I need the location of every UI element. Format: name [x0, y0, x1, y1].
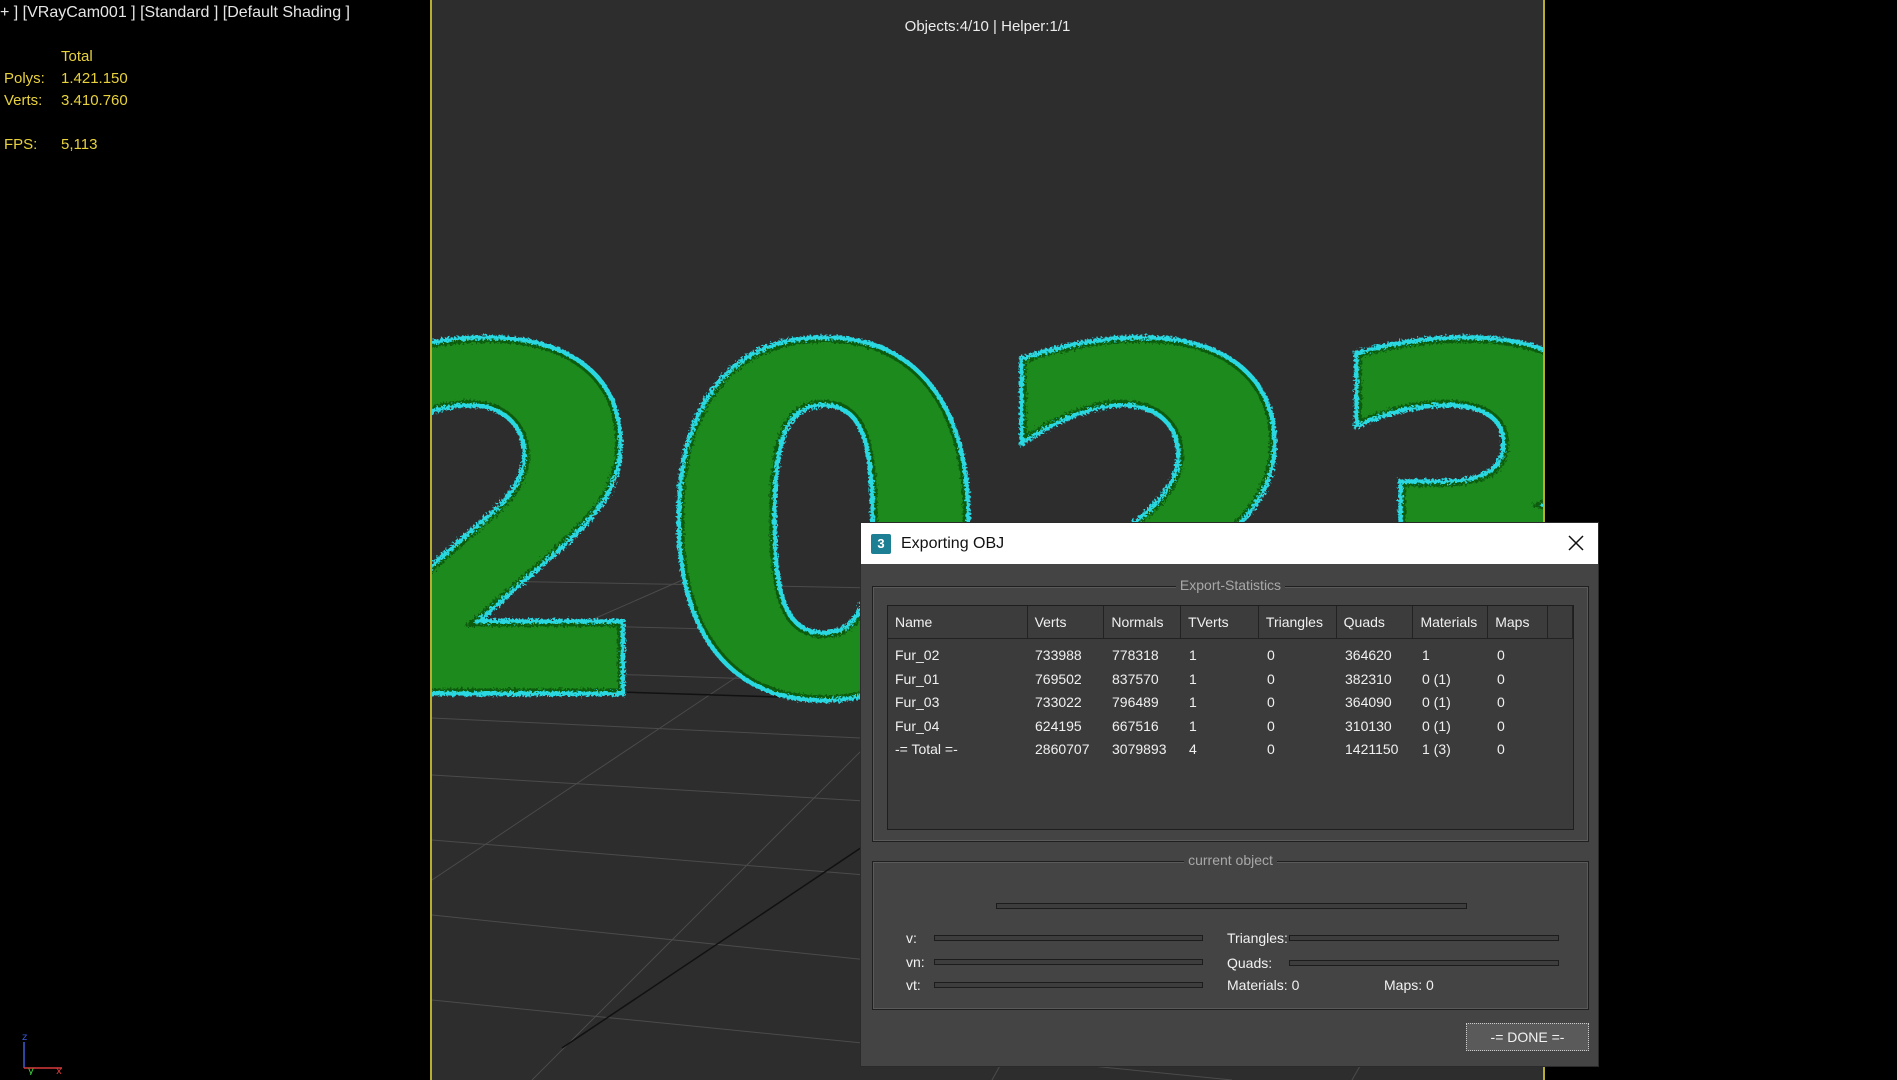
axis-gizmo: z y x — [22, 1032, 62, 1075]
cell: 1 — [1189, 670, 1197, 687]
cell: 0 — [1497, 694, 1505, 710]
triangles-progress-bar — [1289, 935, 1559, 941]
column-header[interactable]: Maps — [1488, 606, 1549, 638]
close-icon[interactable] — [1564, 531, 1588, 555]
cell: Fur_04 — [895, 717, 940, 734]
statistics-table[interactable]: Name Verts Normals TVerts Triangles Quad… — [887, 605, 1574, 830]
column-header[interactable]: Triangles — [1259, 606, 1337, 638]
cell: 1 — [1189, 717, 1197, 734]
column-header[interactable]: Normals — [1104, 606, 1182, 638]
cell: 3079893 — [1112, 741, 1167, 757]
current-object-group: current object v: vn: vt: Triangles: Qua… — [872, 852, 1589, 1010]
fps-label: FPS: — [4, 136, 38, 153]
table-row[interactable]: Fur_03 733022 796489 1 0 364090 0 (1) 0 — [888, 691, 1573, 715]
table-row[interactable]: Fur_04 624195 667516 1 0 310130 0 (1) 0 — [888, 715, 1573, 739]
cell: 310130 — [1345, 717, 1392, 734]
viewport-label[interactable]: + ] [VRayCam001 ] [Standard ] [Default S… — [0, 4, 350, 22]
svg-text:x: x — [56, 1066, 62, 1075]
cell: 769502 — [1035, 670, 1082, 687]
cell: 0 (1) — [1422, 670, 1451, 687]
cell: 0 — [1267, 741, 1275, 757]
cell: 2860707 — [1035, 741, 1090, 757]
column-header[interactable]: Verts — [1028, 606, 1105, 638]
cell: Fur_03 — [895, 694, 940, 710]
svg-text:z: z — [22, 1032, 27, 1043]
maps-count: Maps: 0 — [1384, 977, 1434, 993]
cell: 0 (1) — [1422, 694, 1451, 710]
cell: 1 — [1189, 694, 1197, 710]
cell: 796489 — [1112, 694, 1159, 710]
polys-value: 1.421.150 — [61, 70, 128, 87]
table-header: Name Verts Normals TVerts Triangles Quad… — [888, 606, 1573, 639]
cell: 1 — [1422, 647, 1430, 663]
column-header[interactable]: Materials — [1413, 606, 1489, 638]
table-row[interactable]: Fur_01 769502 837570 1 0 382310 0 (1) 0 — [888, 668, 1573, 692]
dialog-titlebar[interactable]: 3 Exporting OBJ — [861, 523, 1598, 564]
quads-label: Quads: — [1227, 955, 1273, 971]
cell: 667516 — [1112, 717, 1159, 734]
cell: 4 — [1189, 741, 1197, 757]
column-header[interactable]: TVerts — [1181, 606, 1259, 638]
vt-label: vt: — [906, 977, 921, 993]
v-label: v: — [906, 930, 917, 946]
current-object-legend: current object — [1184, 852, 1277, 868]
vn-progress-bar — [934, 959, 1203, 965]
cell: 837570 — [1112, 670, 1159, 687]
cell: 0 — [1497, 717, 1505, 734]
column-header[interactable]: Name — [888, 606, 1028, 638]
cell: 0 — [1267, 670, 1275, 687]
cell: 0 — [1267, 694, 1275, 710]
cell: 0 — [1497, 670, 1505, 687]
table-row[interactable]: Fur_02 733988 778318 1 0 364620 1 0 — [888, 644, 1573, 668]
table-row-total[interactable]: -= Total =- 2860707 3079893 4 0 1421150 … — [888, 738, 1573, 762]
cell: 1 — [1189, 647, 1197, 663]
fps-value: 5,113 — [61, 136, 98, 153]
done-button[interactable]: -= DONE =- — [1466, 1023, 1589, 1051]
cell: 0 — [1497, 741, 1505, 757]
verts-label: Verts: — [4, 92, 43, 109]
triangles-label: Triangles: — [1227, 930, 1288, 946]
app-icon: 3 — [871, 533, 891, 554]
cell: 0 — [1267, 717, 1275, 734]
cell: 0 — [1497, 647, 1505, 663]
overall-progress-bar — [996, 903, 1467, 909]
export-dialog: 3 Exporting OBJ Export-Statistics Name V… — [860, 522, 1599, 1067]
cell: 364090 — [1345, 694, 1392, 710]
cell: Fur_01 — [895, 670, 940, 687]
cell: 1 (3) — [1422, 741, 1451, 757]
stats-header: Total — [61, 48, 93, 65]
cell: Fur_02 — [895, 647, 940, 663]
quads-progress-bar — [1289, 960, 1559, 966]
cell: 382310 — [1345, 670, 1392, 687]
vt-progress-bar — [934, 982, 1203, 988]
cell: 0 (1) — [1422, 717, 1451, 734]
vn-label: vn: — [906, 954, 925, 970]
scene-statistics: Total Polys: 1.421.150 Verts: 3.410.760 FP… — [4, 46, 128, 156]
cell: 364620 — [1345, 647, 1392, 663]
cell: 624195 — [1035, 717, 1082, 734]
verts-value: 3.410.760 — [61, 92, 128, 109]
svg-text:y: y — [28, 1066, 34, 1075]
object-count: Objects:4/10 | Helper:1/1 — [904, 18, 1071, 35]
export-statistics-legend: Export-Statistics — [1175, 577, 1286, 593]
cell: 0 — [1267, 647, 1275, 663]
dialog-title: Exporting OBJ — [901, 534, 1005, 552]
cell: 733022 — [1035, 694, 1082, 710]
cell: 778318 — [1112, 647, 1159, 663]
cell: 1421150 — [1345, 741, 1399, 757]
column-header[interactable] — [1548, 606, 1573, 638]
cell: 733988 — [1035, 647, 1082, 663]
polys-label: Polys: — [4, 70, 45, 87]
v-progress-bar — [934, 935, 1203, 941]
materials-count: Materials: 0 — [1227, 977, 1300, 993]
column-header[interactable]: Quads — [1337, 606, 1414, 638]
export-statistics-group: Export-Statistics Name Verts Normals TVe… — [872, 577, 1589, 842]
cell: -= Total =- — [895, 741, 958, 757]
